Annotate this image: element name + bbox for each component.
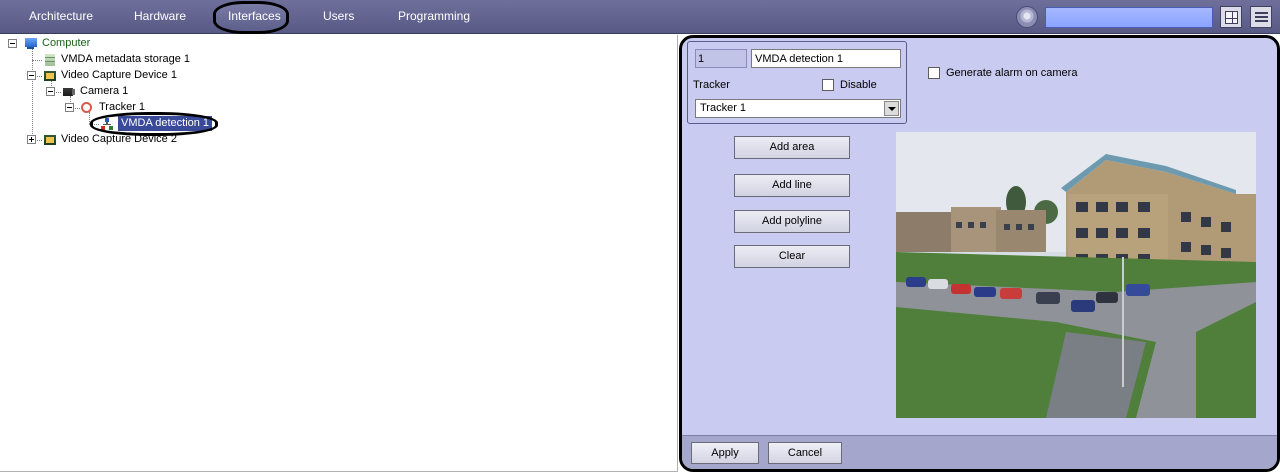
storage-icon [43,53,57,67]
tree-node-label: Computer [42,37,91,49]
capture-board-icon [43,69,57,83]
camera-preview-image[interactable] [896,132,1256,418]
camera-icon [62,85,76,99]
top-nav-bar: Architecture Hardware Interfaces Users P… [0,0,1280,34]
nav-users[interactable]: Users [323,9,354,23]
nav-architecture[interactable]: Architecture [29,9,93,23]
add-line-button[interactable]: Add line [734,174,850,197]
disable-label: Disable [840,79,877,91]
chevron-down-icon[interactable] [884,101,899,116]
clear-button[interactable]: Clear [734,245,850,268]
cancel-button[interactable]: Cancel [768,442,842,464]
expand-toggle[interactable] [27,135,36,144]
tracker-select[interactable]: Tracker 1 [695,99,901,118]
add-polyline-button[interactable]: Add polyline [734,210,850,233]
layout-grid-button[interactable] [1220,6,1242,28]
collapse-toggle[interactable] [27,71,36,80]
camera-scene [896,132,1256,418]
vmda-settings-panel: Tracker Disable Tracker 1 Generate alarm… [679,35,1280,472]
tree-node-label: VMDA metadata storage 1 [61,53,191,65]
search-input[interactable] [1045,7,1213,28]
add-area-button[interactable]: Add area [734,136,850,159]
collapse-toggle[interactable] [65,103,74,112]
tree-connector [32,60,42,61]
tree-node-label: Video Capture Device 1 [61,69,177,81]
tree-node-label: Video Capture Device 2 [61,133,177,145]
nav-hardware[interactable]: Hardware [134,9,186,23]
layout-grid-icon [1225,11,1238,24]
tracker-icon [81,102,92,113]
menu-list-icon [1255,11,1268,24]
apply-button[interactable]: Apply [691,442,759,464]
capture-board-icon [43,133,57,147]
menu-list-button[interactable] [1250,6,1272,28]
tracker-label: Tracker [693,79,730,91]
settings-icon[interactable] [1016,6,1038,28]
panel-footer: Apply Cancel [682,435,1277,469]
object-name-field[interactable] [751,49,901,68]
tree-node-label: Camera 1 [80,85,129,97]
computer-icon [24,37,38,51]
tree-connector [32,48,33,140]
object-tree: Computer VMDA metadata storage 1 Video C… [0,35,678,472]
nav-interfaces[interactable]: Interfaces [228,9,281,23]
disable-checkbox[interactable] [822,79,834,91]
object-id-field[interactable] [695,49,747,68]
generate-alarm-label: Generate alarm on camera [946,67,1078,79]
generate-alarm-checkbox[interactable] [928,67,940,79]
nav-programming[interactable]: Programming [398,9,470,23]
tracker-select-value: Tracker 1 [700,102,747,114]
collapse-toggle[interactable] [46,87,55,96]
object-id-group: Tracker Disable Tracker 1 [687,41,907,124]
collapse-toggle[interactable] [8,39,17,48]
